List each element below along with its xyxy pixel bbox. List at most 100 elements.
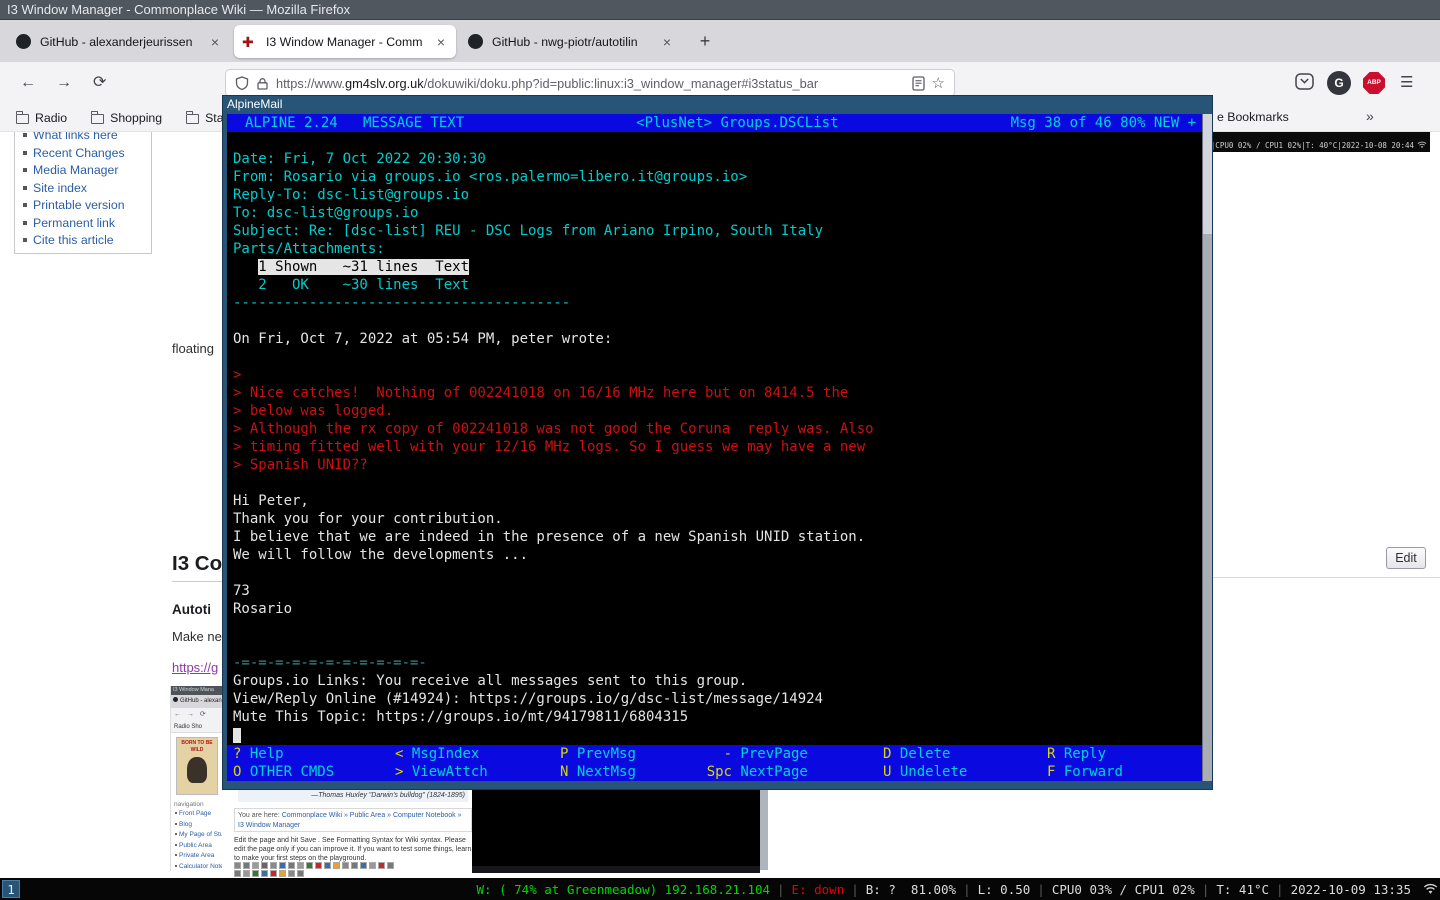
alpine-window-titlebar[interactable]: AlpineMail: [223, 96, 1212, 113]
menu-command-prevpage[interactable]: - PrevPage: [705, 745, 808, 763]
new-tab-button[interactable]: +: [692, 28, 718, 54]
wiki-tool-link[interactable]: Site index: [23, 180, 151, 198]
editor-icon: [333, 862, 340, 869]
tab-github-alexanderjeurissen[interactable]: GitHub - alexanderjeurissen×: [8, 25, 230, 58]
terminal-line: [227, 132, 1202, 150]
segment-separator: |: [956, 882, 978, 897]
terminal-line: [227, 312, 1202, 330]
bookmark-folder-radio[interactable]: Radio: [16, 111, 67, 125]
editor-icon: [288, 870, 295, 877]
menu-command-viewattch[interactable]: > ViewAttch: [395, 763, 488, 781]
thumb-nav-link: Front Page: [175, 809, 223, 820]
wiki-tool-label: Permanent link: [33, 216, 115, 230]
terminal-line: On Fri, Oct 7, 2022 at 05:54 PM, peter w…: [227, 330, 1202, 348]
alpine-scrollbar[interactable]: [1202, 114, 1212, 781]
menu-command-msgindex[interactable]: < MsgIndex: [395, 745, 479, 763]
bookmarks-strip: RadioShoppingStatio: [16, 104, 237, 131]
pocket-icon[interactable]: [1295, 73, 1314, 95]
tab-close-icon[interactable]: ×: [660, 34, 674, 50]
menu-hamburger-icon[interactable]: ☰: [1400, 62, 1413, 104]
segment-separator: |: [770, 882, 792, 897]
folder-icon: [91, 114, 104, 124]
tab-close-icon[interactable]: ×: [208, 34, 222, 50]
menu-command-undelete[interactable]: U Undelete: [883, 763, 967, 781]
reader-view-icon[interactable]: [912, 76, 925, 91]
terminal-line: [227, 618, 1202, 636]
wiki-edit-button[interactable]: Edit: [1386, 547, 1426, 569]
workspace-button[interactable]: 1: [2, 880, 20, 898]
menu-command-reply[interactable]: R Reply: [1047, 745, 1106, 763]
thumb-poster-figure: [187, 757, 207, 783]
wiki-external-link[interactable]: https://g: [172, 660, 218, 675]
thumb-nav-link: My Page of Stuff: [175, 830, 223, 841]
alpine-terminal[interactable]: ALPINE 2.24 MESSAGE TEXT <PlusNet> Group…: [227, 114, 1202, 781]
bookmarks-overflow-chevron[interactable]: »: [1366, 108, 1374, 124]
folder-icon: [16, 114, 29, 124]
url-text[interactable]: https://www.gm4slv.org.uk/dokuwiki/doku.…: [276, 76, 905, 91]
shield-icon[interactable]: [235, 76, 249, 91]
thumb-nav-link: Blog: [175, 820, 223, 831]
tab-i3-window-manager[interactable]: ✚I3 Window Manager - Comm×: [234, 25, 456, 58]
bookmarks-right-label[interactable]: e Bookmarks: [1217, 110, 1289, 124]
menu-command-nextpage[interactable]: Spc NextPage: [705, 763, 808, 781]
wiki-tool-link[interactable]: Permanent link: [23, 215, 151, 233]
terminal-line: From: Rosario via groups.io <ros.palermo…: [227, 168, 1202, 186]
menu-command-prevmsg[interactable]: P PrevMsg: [560, 745, 636, 763]
reload-button[interactable]: ⟳: [93, 62, 106, 104]
bullet-icon: [23, 168, 27, 172]
github-icon: [16, 34, 32, 50]
status-segment: 2022-10-09 13:35: [1291, 882, 1411, 897]
back-button[interactable]: ←: [20, 62, 36, 104]
adblock-plus-icon[interactable]: ABP: [1363, 72, 1385, 94]
wiki-tool-label: Recent Changes: [33, 146, 125, 160]
terminal-line: 1 Shown ~31 lines Text: [227, 258, 1202, 276]
bookmark-folder-shopping[interactable]: Shopping: [91, 111, 162, 125]
segment-separator: |: [1195, 882, 1217, 897]
menu-label: Delete: [891, 746, 950, 762]
terminal-line: To: dsc-list@groups.io: [227, 204, 1202, 222]
terminal-line: [227, 636, 1202, 654]
tab-close-icon[interactable]: ×: [434, 34, 448, 50]
wiki-tool-link[interactable]: Recent Changes: [23, 145, 151, 163]
tab-github-nwg-piotr[interactable]: GitHub - nwg-piotr/autotilin×: [460, 25, 682, 58]
menu-label: MsgIndex: [403, 746, 479, 762]
embedded-statusbar-screenshot: 1.00%|L: 0.49|CPU0 02% / CPU1 02%|T: 40°…: [1213, 132, 1430, 152]
status-segment: CPU0 03% / CPU1 02%: [1052, 882, 1195, 897]
terminal-line: Hi Peter,: [227, 492, 1202, 510]
terminal-line: Thank you for your contribution.: [227, 510, 1202, 528]
bookmark-star-icon[interactable]: ☆: [932, 74, 945, 92]
thumb-nav-link: Public Area: [175, 841, 223, 852]
lock-icon[interactable]: [256, 77, 269, 90]
thumb-scrollbar: [760, 790, 768, 870]
forward-button[interactable]: →: [56, 62, 72, 104]
editor-icon: [369, 862, 376, 869]
wiki-tool-link[interactable]: Printable version: [23, 197, 151, 215]
menu-command-nextmsg[interactable]: N NextMsg: [560, 763, 636, 781]
wiki-tool-link[interactable]: Media Manager: [23, 162, 151, 180]
editor-icon: [297, 862, 304, 869]
terminal-line: Rosario: [227, 600, 1202, 618]
account-avatar[interactable]: G: [1327, 71, 1351, 95]
github-icon: [468, 34, 484, 50]
thumb-mini-i3bar: [472, 866, 760, 873]
url-scheme: https://www.: [276, 76, 345, 91]
alpine-status-bar: ALPINE 2.24 MESSAGE TEXT <PlusNet> Group…: [227, 114, 1202, 132]
alpine-scrollbar-thumb[interactable]: [1203, 114, 1212, 234]
menu-command-help[interactable]: ? Help: [233, 745, 284, 763]
cross-glyph: ✚: [242, 34, 254, 50]
url-bar[interactable]: https://www.gm4slv.org.uk/dokuwiki/doku.…: [225, 69, 955, 97]
menu-command-other-cmds[interactable]: O OTHER CMDS: [233, 763, 334, 781]
wiki-tool-link[interactable]: Cite this article: [23, 232, 151, 250]
menu-key: Spc: [705, 763, 732, 781]
menu-command-delete[interactable]: D Delete: [883, 745, 950, 763]
embedded-statusbar-text: 1.00%|L: 0.49|CPU0 02% / CPU1 02%|T: 40°…: [1213, 141, 1414, 150]
editor-icon: [252, 870, 259, 877]
bullet-icon: [23, 203, 27, 207]
menu-command-forward[interactable]: F Forward: [1047, 763, 1123, 781]
editor-icon: [324, 862, 331, 869]
wiki-text-fragment-2: Make ne: [172, 629, 222, 644]
firefox-window-titlebar[interactable]: I3 Window Manager - Commonplace Wiki — M…: [0, 0, 1440, 20]
firefox-window-title: I3 Window Manager - Commonplace Wiki — M…: [7, 2, 350, 17]
thumb-poster-text: BORN TO BE WILD: [177, 740, 217, 754]
editor-icon: [378, 862, 385, 869]
